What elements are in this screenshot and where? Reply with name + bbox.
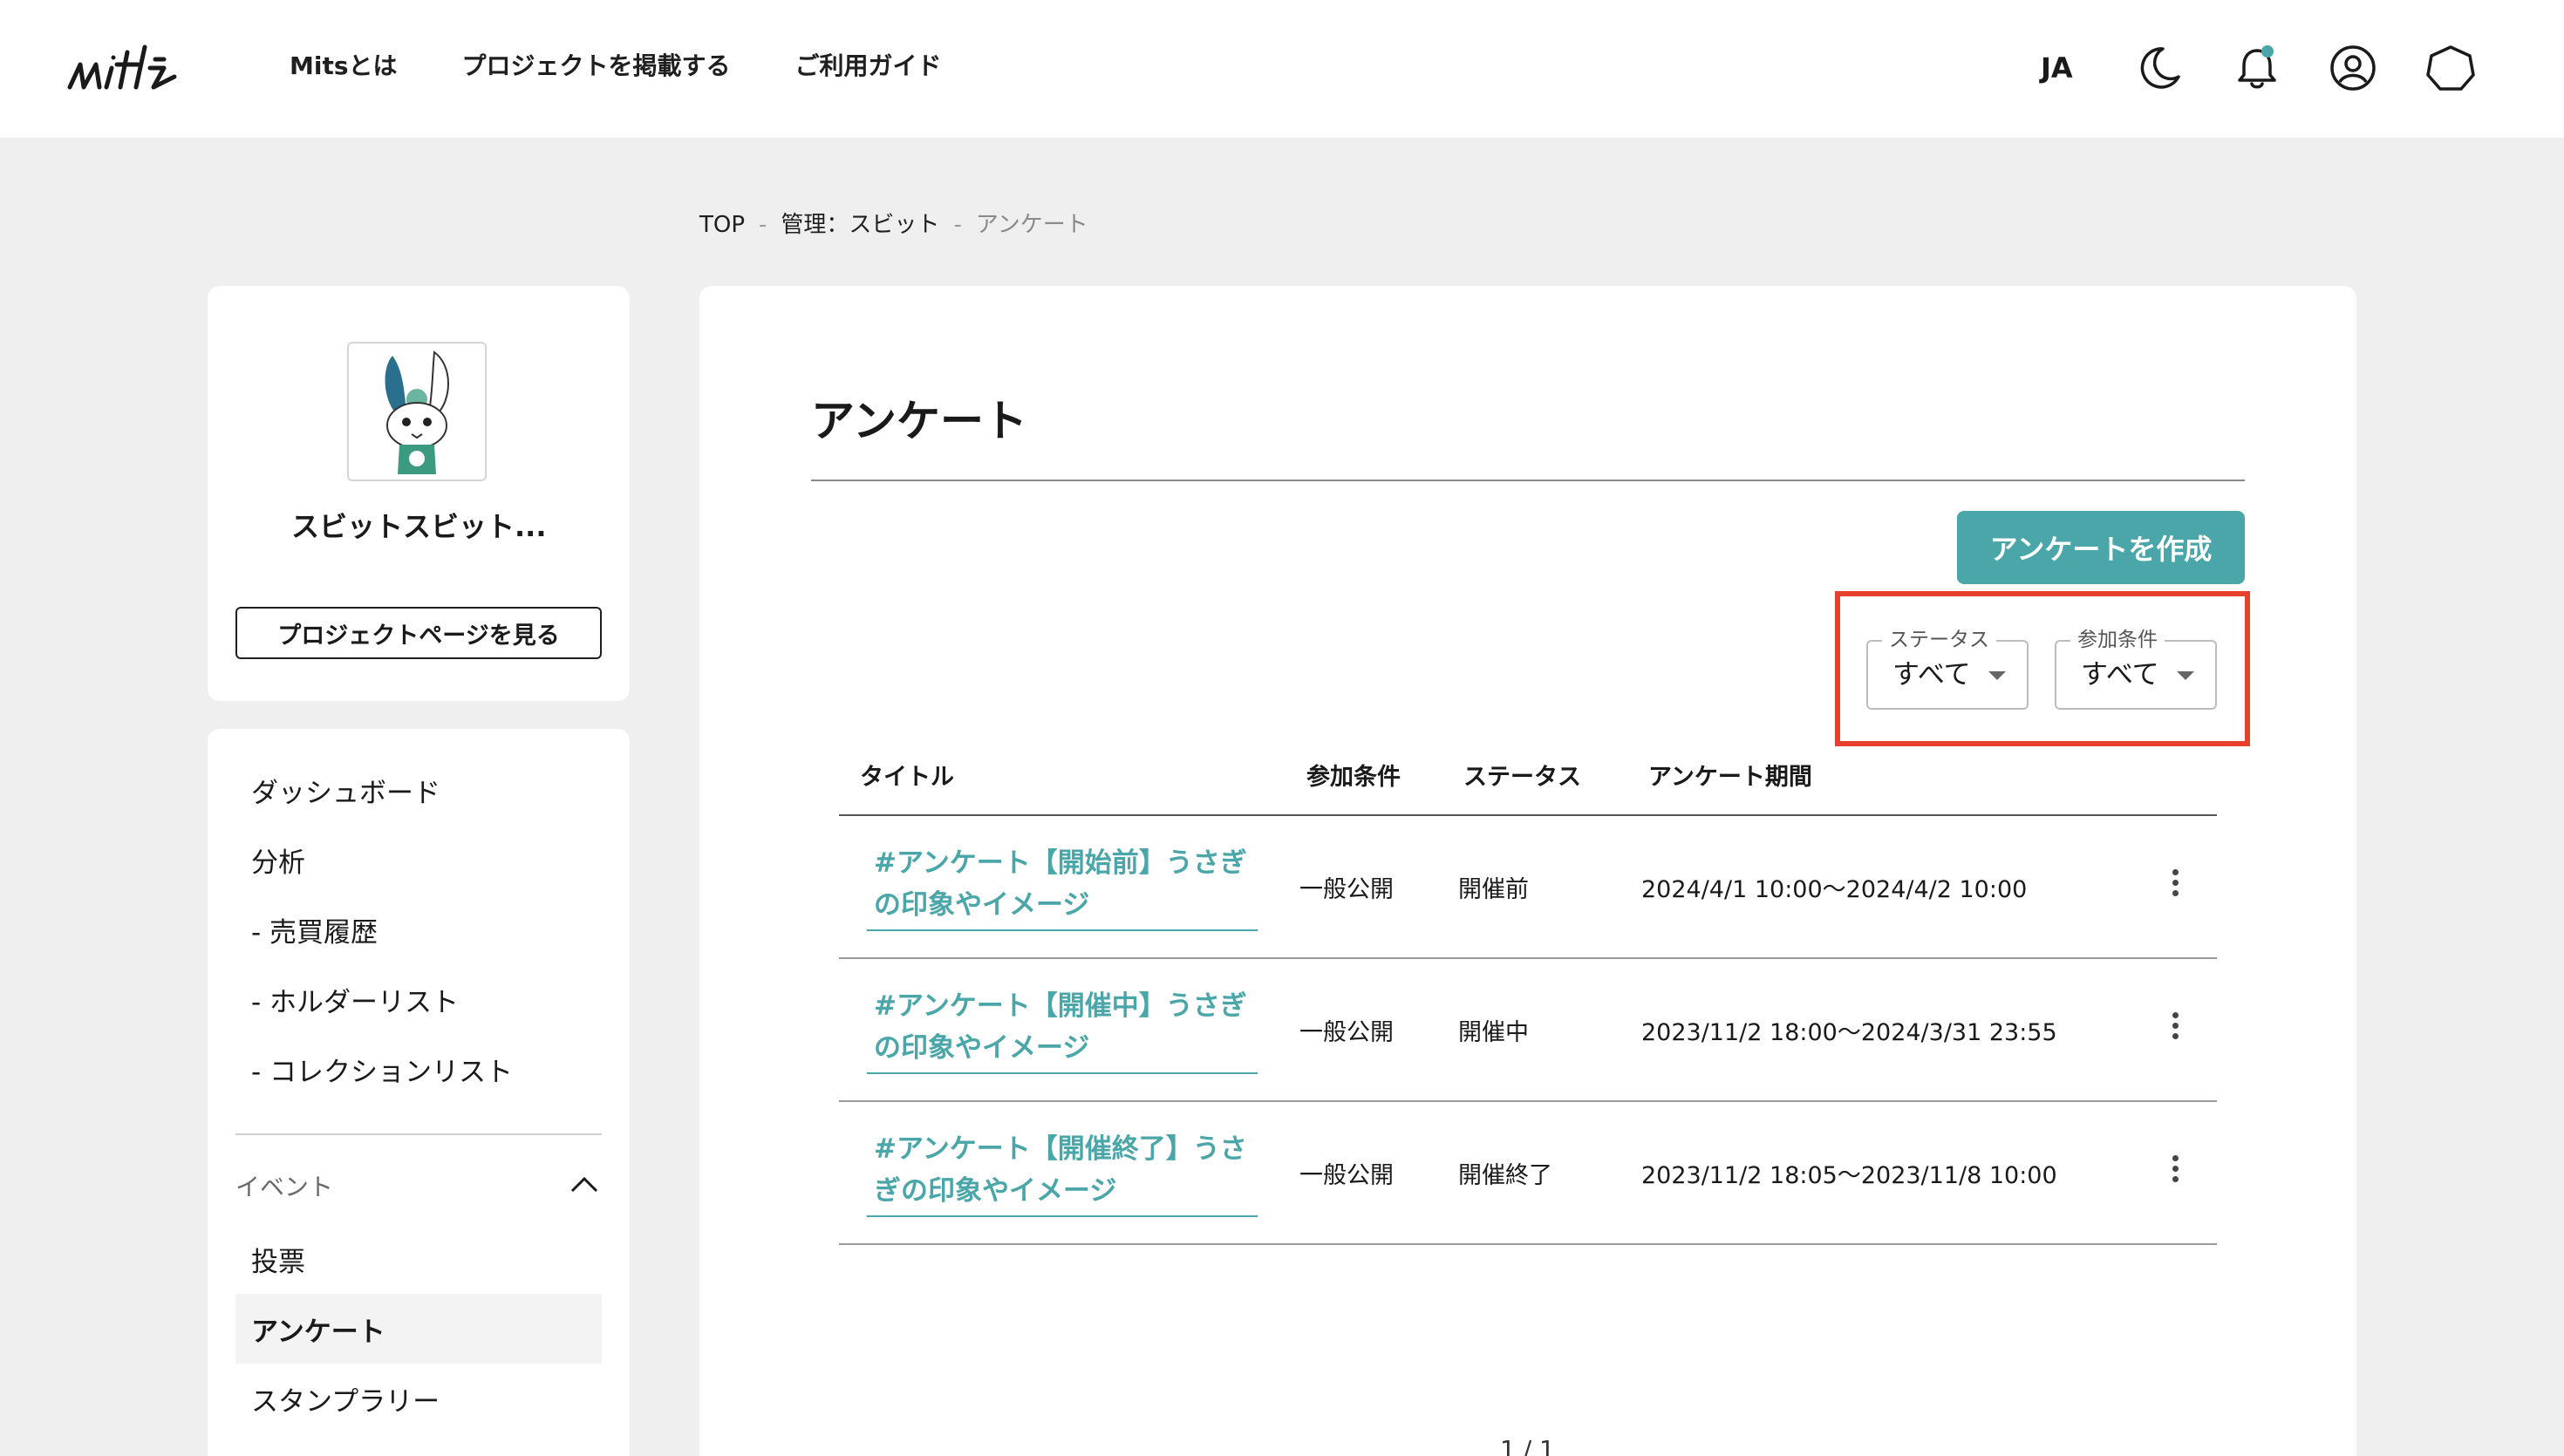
dropdown-caret-icon xyxy=(1988,671,2006,680)
sidebar-item-collection-list[interactable]: - コレクションリスト xyxy=(235,1034,602,1104)
sidebar-divider xyxy=(235,1133,602,1135)
account-circle-icon[interactable] xyxy=(2327,42,2379,94)
nav-about[interactable]: Mitsとは xyxy=(290,49,398,84)
view-project-page-button[interactable]: プロジェクトページを見る xyxy=(235,607,602,659)
nav-guide[interactable]: ご利用ガイド xyxy=(795,49,942,84)
top-header: Mitsとは プロジェクトを掲載する ご利用ガイド JA xyxy=(0,0,2564,138)
table-row: #アンケート【開始前】うさぎの印象やイメージ 一般公開 開催前 2024/4/1… xyxy=(839,816,2217,959)
period-cell: 2023/11/2 18:05〜2023/11/8 10:00 xyxy=(1641,1161,2057,1189)
main-nav: Mitsとは プロジェクトを掲載する ご利用ガイド xyxy=(290,49,1006,84)
project-avatar xyxy=(347,342,487,481)
status-filter-select[interactable]: ステータス すべて xyxy=(1866,628,2029,710)
survey-title-link[interactable]: #アンケート【開催中】うさぎの印象やイメージ xyxy=(867,985,1258,1074)
bell-icon[interactable] xyxy=(2231,42,2283,94)
hexagon-icon[interactable] xyxy=(2424,42,2477,94)
sidebar-item-trade-history[interactable]: - 売買履歴 xyxy=(235,895,602,964)
condition-cell: 一般公開 xyxy=(1299,1161,1394,1189)
chevron-up-icon xyxy=(570,1176,598,1193)
sidebar-item-dashboard[interactable]: ダッシュボード xyxy=(235,755,602,825)
breadcrumb-admin[interactable]: 管理：スビット xyxy=(781,209,939,241)
create-survey-button[interactable]: アンケートを作成 xyxy=(1957,511,2245,584)
page-title: アンケート xyxy=(811,396,1027,446)
more-vert-icon[interactable] xyxy=(2158,865,2192,908)
status-cell: 開催前 xyxy=(1458,875,1529,903)
section-label: イベント xyxy=(235,1173,334,1201)
table-row: #アンケート【開催中】うさぎの印象やイメージ 一般公開 開催中 2023/11/… xyxy=(839,959,2217,1102)
more-vert-icon[interactable] xyxy=(2158,1151,2192,1194)
status-filter-value: すべて xyxy=(1892,659,1971,691)
project-card: スビットスビット... プロジェクトページを見る xyxy=(208,286,630,701)
breadcrumb-top[interactable]: TOP xyxy=(699,209,745,241)
status-filter-label: ステータス xyxy=(1882,628,1996,652)
sidebar-item-survey[interactable]: アンケート xyxy=(235,1294,602,1364)
column-header-period: アンケート期間 xyxy=(1648,763,1812,791)
dropdown-caret-icon xyxy=(2177,671,2194,680)
breadcrumb-current: アンケート xyxy=(975,212,1088,238)
column-header-condition: 参加条件 xyxy=(1306,763,1401,791)
more-vert-icon[interactable] xyxy=(2158,1008,2192,1051)
condition-cell: 一般公開 xyxy=(1299,875,1394,903)
condition-filter-label: 参加条件 xyxy=(2070,628,2165,652)
language-switcher[interactable]: JA xyxy=(2041,49,2073,87)
sidebar-section-events[interactable]: イベント xyxy=(235,1160,602,1212)
table-row: #アンケート【開催終了】うさぎの印象やイメージ 一般公開 開催終了 2023/1… xyxy=(839,1102,2217,1245)
sidebar-item-vote[interactable]: 投票 xyxy=(235,1224,602,1294)
condition-filter-select[interactable]: 参加条件 すべて xyxy=(2055,628,2217,710)
main-content: アンケート アンケートを作成 ステータス すべて 参加条件 すべて タイトル 参… xyxy=(699,286,2356,1456)
period-cell: 2024/4/1 10:00〜2024/4/2 10:00 xyxy=(1641,875,2028,903)
column-header-title: タイトル xyxy=(860,763,954,791)
status-cell: 開催中 xyxy=(1458,1018,1529,1046)
sidebar-item-analytics[interactable]: 分析 xyxy=(235,825,602,895)
sidebar-item-holder-list[interactable]: - ホルダーリスト xyxy=(235,964,602,1034)
status-cell: 開催終了 xyxy=(1458,1161,1552,1189)
nav-list-project[interactable]: プロジェクトを掲載する xyxy=(462,49,731,84)
column-header-status: ステータス xyxy=(1463,763,1581,791)
condition-filter-value: すべて xyxy=(2081,659,2159,691)
title-divider xyxy=(811,480,2245,481)
rabbit-mascot-image xyxy=(385,350,449,474)
breadcrumb: TOP - 管理：スビット - アンケート xyxy=(699,209,1088,241)
row-divider xyxy=(839,1243,2217,1245)
survey-title-link[interactable]: #アンケート【開催終了】うさぎの印象やイメージ xyxy=(867,1128,1258,1217)
pagination-indicator: 1 / 1 xyxy=(1500,1435,1555,1456)
project-selector[interactable]: スビットスビット... xyxy=(291,507,553,546)
breadcrumb-separator: - xyxy=(759,212,767,238)
sidebar-item-stamp-rally[interactable]: スタンプラリー xyxy=(235,1364,602,1433)
condition-cell: 一般公開 xyxy=(1299,1018,1394,1046)
period-cell: 2023/11/2 18:00〜2024/3/31 23:55 xyxy=(1641,1018,2057,1046)
sidebar-menu: ダッシュボード 分析 - 売買履歴 - ホルダーリスト - コレクションリスト … xyxy=(208,729,630,1456)
mits-logo[interactable] xyxy=(66,38,215,96)
breadcrumb-separator: - xyxy=(953,212,962,238)
project-name: スビットスビット... xyxy=(291,510,547,543)
moon-icon[interactable] xyxy=(2133,42,2186,94)
survey-title-link[interactable]: #アンケート【開始前】うさぎの印象やイメージ xyxy=(867,842,1258,931)
